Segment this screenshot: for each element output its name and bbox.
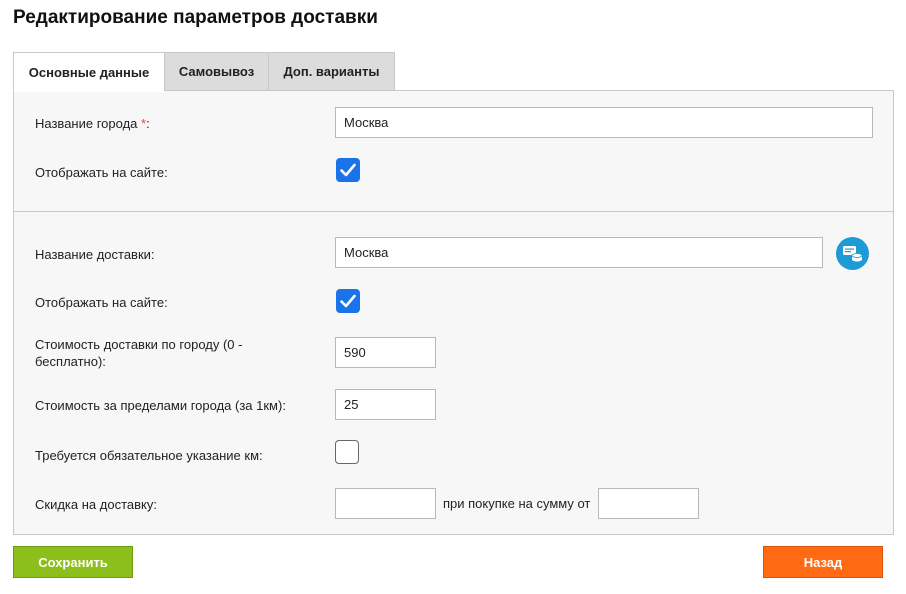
- delivery-name-label: Название доставки:: [35, 247, 155, 262]
- transliterate-icon: [843, 246, 863, 262]
- km-required-label: Требуется обязательное указание км:: [35, 448, 263, 463]
- outside-cost-label: Стоимость за пределами города (за 1км):: [35, 398, 286, 413]
- tab-extra-options[interactable]: Доп. варианты: [268, 52, 395, 91]
- back-button[interactable]: Назад: [763, 546, 883, 578]
- tab-main-data[interactable]: Основные данные: [13, 52, 164, 92]
- section-divider: [14, 211, 893, 212]
- min-purchase-input[interactable]: [598, 488, 699, 519]
- tab-bar: Основные данные Самовывоз Доп. варианты: [13, 52, 395, 92]
- city-name-label: Название города *:: [35, 116, 150, 131]
- delivery-show-on-site-checkbox[interactable]: [336, 289, 360, 313]
- km-required-checkbox[interactable]: [335, 440, 359, 464]
- delivery-name-input[interactable]: [335, 237, 823, 268]
- page-title: Редактирование параметров доставки: [13, 7, 378, 28]
- delivery-show-on-site-label: Отображать на сайте:: [35, 295, 168, 310]
- checkmark-icon: [340, 294, 356, 308]
- city-show-on-site-checkbox[interactable]: [336, 158, 360, 182]
- discount-label: Скидка на доставку:: [35, 497, 157, 512]
- settings-panel: Название города *: Отображать на сайте: …: [13, 90, 894, 535]
- transliterate-button[interactable]: [836, 237, 869, 270]
- min-purchase-text: при покупке на сумму от: [443, 496, 591, 511]
- discount-input[interactable]: [335, 488, 436, 519]
- city-show-on-site-label: Отображать на сайте:: [35, 165, 168, 180]
- save-button[interactable]: Сохранить: [13, 546, 133, 578]
- checkmark-icon: [340, 163, 356, 177]
- city-cost-label: Стоимость доставки по городу (0 - беспла…: [35, 337, 243, 369]
- city-name-input[interactable]: [335, 107, 873, 138]
- city-cost-input[interactable]: [335, 337, 436, 368]
- outside-cost-input[interactable]: [335, 389, 436, 420]
- tab-pickup[interactable]: Самовывоз: [164, 52, 268, 91]
